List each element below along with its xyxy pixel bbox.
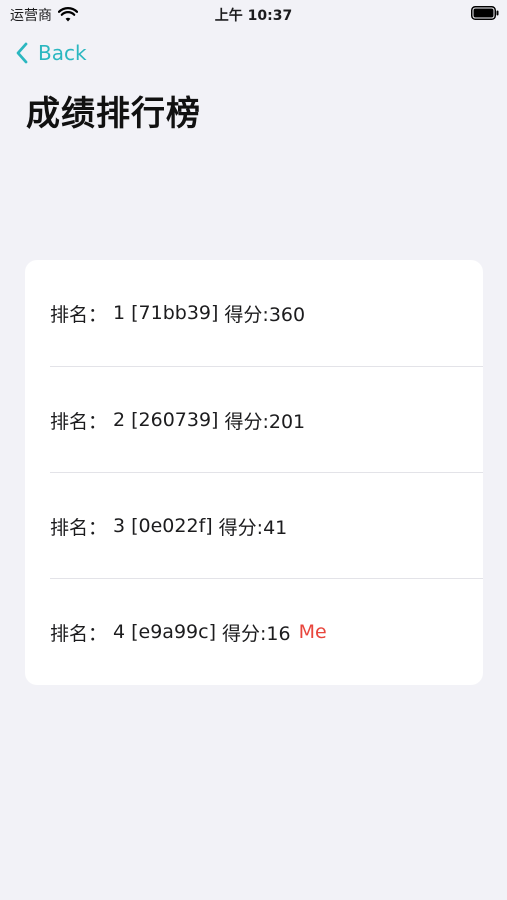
rank-number: 1 xyxy=(113,302,126,324)
player-id: [71bb39] xyxy=(131,302,219,324)
score-text: 得分:360 xyxy=(224,303,306,326)
page-title: 成绩排行榜 xyxy=(26,94,201,134)
leaderboard-row[interactable]: 排名： 2 [260739] 得分:201 xyxy=(25,367,483,473)
leaderboard-row-me[interactable]: 排名： 4 [e9a99c] 得分:16 Me xyxy=(25,579,483,685)
rank-number: 4 xyxy=(113,621,126,643)
battery-icon xyxy=(471,6,499,20)
me-badge: Me xyxy=(298,621,327,643)
rank-number: 3 xyxy=(113,515,126,537)
chevron-left-icon xyxy=(16,42,28,64)
score-text: 得分:41 xyxy=(218,516,288,539)
leaderboard-row[interactable]: 排名： 3 [0e022f] 得分:41 xyxy=(25,473,483,579)
back-label: Back xyxy=(38,41,87,65)
score-text: 得分:16 xyxy=(221,622,291,645)
leaderboard-card: 排名： 1 [71bb39] 得分:360 排名： 2 [260739] 得分:… xyxy=(25,260,483,685)
player-id: [260739] xyxy=(131,409,219,431)
rank-prefix: 排名： xyxy=(50,622,108,645)
score-text: 得分:201 xyxy=(224,410,306,433)
rank-prefix: 排名： xyxy=(50,410,108,433)
back-button[interactable]: Back xyxy=(14,38,87,68)
rank-prefix: 排名： xyxy=(50,516,108,539)
rank-number: 2 xyxy=(113,409,126,431)
rank-prefix: 排名： xyxy=(50,303,108,326)
status-time: 上午 10:37 xyxy=(214,8,293,24)
player-id: [e9a99c] xyxy=(131,621,216,643)
leaderboard-row[interactable]: 排名： 1 [71bb39] 得分:360 xyxy=(25,260,483,366)
status-bar: 运营商 上午 10:37 xyxy=(0,0,507,28)
player-id: [0e022f] xyxy=(131,515,213,537)
